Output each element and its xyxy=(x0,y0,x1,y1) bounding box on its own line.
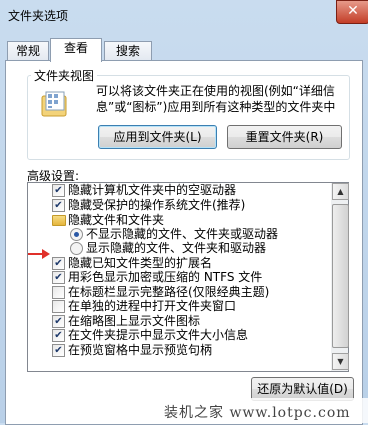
item-label: 在预览窗格中显示预览句柄 xyxy=(68,343,213,357)
apply-to-folders-button[interactable]: 应用到文件夹(L) xyxy=(98,125,217,149)
item-label: 在文件夹提示中显示文件大小信息 xyxy=(68,328,249,342)
description-line: 息”或“图标”)应用到所有这种类型的文件夹中 xyxy=(96,100,336,114)
scroll-up-arrow-icon[interactable]: ▲ xyxy=(332,183,349,200)
tab-label: 查看 xyxy=(63,41,88,55)
checkbox[interactable]: ✔ xyxy=(52,184,65,197)
checkbox[interactable]: ✔ xyxy=(52,315,65,328)
folder-views-label: 文件夹视图 xyxy=(31,67,98,84)
scrollbar-thumb[interactable] xyxy=(332,204,349,348)
folder-icon xyxy=(52,215,66,226)
item-label: 隐藏受保护的操作系统文件(推荐) xyxy=(68,198,246,212)
item-label: 用彩色显示加密或压缩的 NTFS 文件 xyxy=(68,270,263,284)
folder-view-icon xyxy=(40,90,70,120)
close-icon: ✕ xyxy=(347,3,359,19)
checkbox[interactable]: ✔ xyxy=(52,199,65,212)
item-label: 隐藏文件和文件夹 xyxy=(68,213,165,227)
radio-button[interactable] xyxy=(70,242,83,255)
tab-general[interactable]: 常规 xyxy=(7,41,49,61)
tab-label: 搜索 xyxy=(115,44,140,58)
item-label: 不显示隐藏的文件、文件夹或驱动器 xyxy=(86,227,279,241)
annotation-arrow-icon xyxy=(27,247,51,261)
item-label: 在缩略图上显示文件图标 xyxy=(68,314,201,328)
checkbox[interactable]: ✔ xyxy=(52,257,65,270)
item-label: 在单独的进程中打开文件夹窗口 xyxy=(68,299,237,313)
scroll-down-arrow-icon[interactable]: ▼ xyxy=(332,353,349,370)
tab-label: 常规 xyxy=(15,44,40,58)
item-label: 显示隐藏的文件、文件夹和驱动器 xyxy=(86,241,267,255)
item-label: 隐藏已知文件类型的扩展名 xyxy=(68,256,213,270)
radio-selected-dot xyxy=(74,232,79,237)
window-title: 文件夹选项 xyxy=(8,9,69,23)
tab-view[interactable]: 查看 xyxy=(50,38,102,62)
advanced-settings-list[interactable]: ✔ 隐藏计算机文件夹中的空驱动器 ✔ 隐藏受保护的操作系统文件(推荐) 隐藏文件… xyxy=(27,182,333,372)
watermark: 装机之家 www.lotpc.com xyxy=(130,398,368,423)
checkbox[interactable] xyxy=(52,300,65,313)
checkbox[interactable]: ✔ xyxy=(52,329,65,342)
item-label: 隐藏计算机文件夹中的空驱动器 xyxy=(68,183,237,197)
checkbox[interactable]: ✔ xyxy=(52,344,65,357)
reset-folders-button[interactable]: 重置文件夹(R) xyxy=(227,125,342,149)
checkbox[interactable]: ✔ xyxy=(52,271,65,284)
watermark-text: 装机之家 www.lotpc.com xyxy=(164,405,351,421)
item-label: 在标题栏显示完整路径(仅限经典主题) xyxy=(68,285,270,299)
checkbox[interactable] xyxy=(52,286,65,299)
radio-button[interactable] xyxy=(70,228,83,241)
tab-search[interactable]: 搜索 xyxy=(104,41,152,61)
folder-views-description: 可以将该文件夹正在使用的视图(例如“详细信 息”或“图标”)应用到所有这种类型的… xyxy=(96,83,335,115)
close-button[interactable]: ✕ xyxy=(336,0,368,24)
description-line: 可以将该文件夹正在使用的视图(例如“详细信 xyxy=(96,84,335,98)
